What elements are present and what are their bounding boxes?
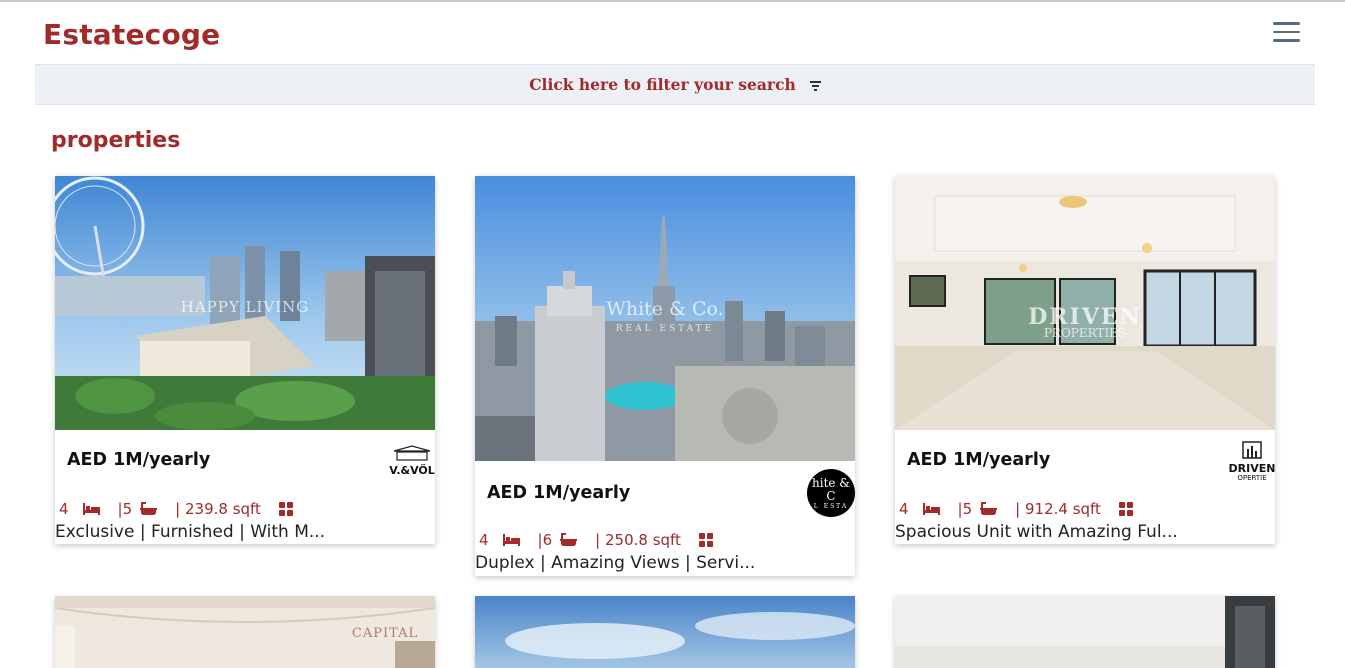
listing-description: Duplex | Amazing Views | Servi... (475, 553, 756, 573)
property-card[interactable]: White & Co. REAL ESTATE AED 1M/yearly hi… (475, 176, 855, 576)
bedroom-count: 4 (899, 500, 909, 518)
agent-logo-text: V.&VÖL (389, 464, 435, 477)
bath-icon (140, 502, 158, 515)
bathroom-count: |5 (957, 500, 973, 518)
listing-price: AED 1M/yearly (67, 450, 211, 470)
bath-icon (560, 533, 578, 546)
area-size: | 239.8 sqft (175, 500, 261, 518)
listing-description: Spacious Unit with Amazing Ful... (895, 522, 1178, 542)
property-photo (895, 596, 1275, 668)
filter-label: Click here to filter your search (529, 75, 796, 94)
listing-stats: 4 |5 | 912.4 sqft (895, 500, 1151, 518)
listing-stats: 4 |6 | 250.8 sqft (475, 531, 731, 549)
listing-stats: 4 |5 | 239.8 sqft (55, 500, 311, 518)
property-card[interactable] (475, 596, 855, 668)
bath-icon (980, 502, 998, 515)
property-photo: HAPPY LIVING (55, 176, 435, 430)
brand-logo[interactable]: Estatecoge (43, 18, 220, 51)
bed-icon (922, 503, 940, 515)
photo-watermark-sub: REAL ESTATE (615, 324, 715, 334)
property-photo: White & Co. REAL ESTATE (475, 176, 855, 461)
area-size: | 250.8 sqft (595, 531, 681, 549)
photo-watermark: CAPITAL (351, 626, 419, 641)
property-photo (475, 596, 855, 668)
agent-logo[interactable]: hite & C L ESTA (807, 469, 855, 517)
area-size: | 912.4 sqft (1015, 500, 1101, 518)
bathroom-count: |5 (117, 500, 133, 518)
photo-watermark-sub: PROPERTIES (1043, 326, 1127, 340)
listing-price: AED 1M/yearly (907, 450, 1051, 470)
agent-logo[interactable]: DRIVEN OPERTIE (1229, 438, 1275, 484)
bedroom-count: 4 (59, 500, 69, 518)
property-photo: CAPITAL (55, 596, 435, 668)
property-photo: DRIVEN PROPERTIES (895, 176, 1275, 430)
filter-search-bar[interactable]: Click here to filter your search (35, 64, 1315, 105)
bedroom-count: 4 (479, 531, 489, 549)
filter-icon (809, 81, 821, 91)
agent-logo-sub: OPERTIE (1237, 473, 1267, 482)
agent-logo[interactable]: V.&VÖL (389, 438, 435, 484)
agent-logo-text: hite & C (812, 475, 850, 503)
property-card[interactable] (895, 596, 1275, 668)
bed-icon (502, 534, 520, 546)
property-card[interactable]: HAPPY LIVING AED 1M/yearly V.&VÖL 4 |5 |… (55, 176, 435, 544)
agent-logo-text: DRIVEN (1229, 461, 1275, 475)
hamburger-menu-icon[interactable] (1273, 22, 1300, 44)
property-card[interactable]: CAPITAL (55, 596, 435, 668)
grid-icon (698, 533, 713, 547)
photo-watermark: White & Co. (606, 298, 724, 320)
grid-icon (1118, 502, 1133, 516)
property-card[interactable]: DRIVEN PROPERTIES AED 1M/yearly DRIVEN O… (895, 176, 1275, 544)
bathroom-count: |6 (537, 531, 553, 549)
agent-logo-sub: L ESTA (813, 502, 849, 510)
listing-description: Exclusive | Furnished | With M... (55, 522, 326, 542)
listing-price: AED 1M/yearly (487, 483, 631, 503)
photo-watermark: HAPPY LIVING (180, 298, 310, 316)
section-title: properties (51, 128, 181, 153)
bed-icon (82, 503, 100, 515)
grid-icon (278, 502, 293, 516)
